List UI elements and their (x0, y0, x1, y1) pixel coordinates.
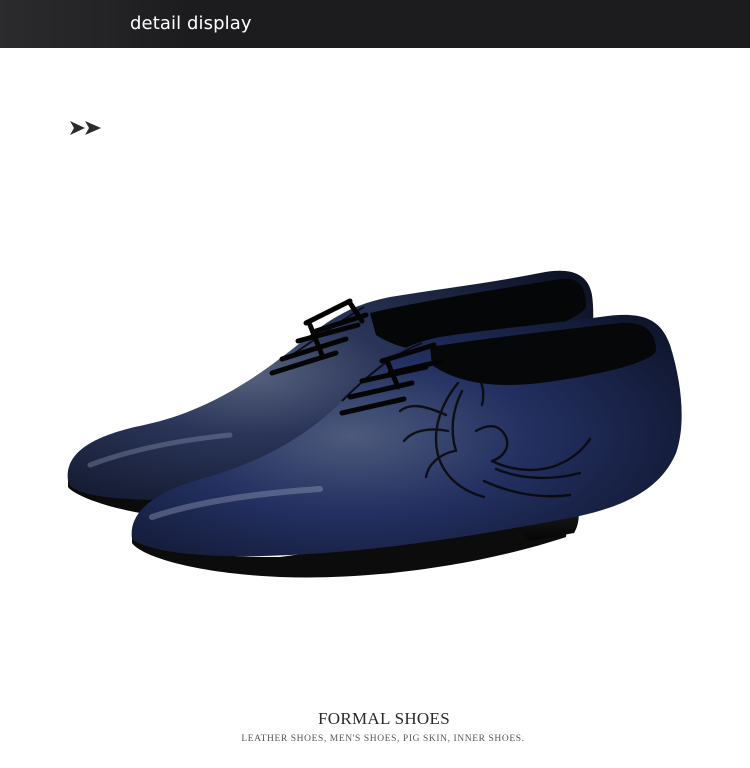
double-chevron-right-icon (70, 121, 101, 135)
caption-subtitle: LEATHER SHOES, MEN'S SHOES, PIG SKIN, IN… (241, 734, 525, 744)
product-image (67, 270, 682, 578)
header-title: detail display (130, 13, 252, 34)
caption-title: FORMAL SHOES (318, 709, 450, 728)
header-bar: detail display (0, 0, 750, 48)
